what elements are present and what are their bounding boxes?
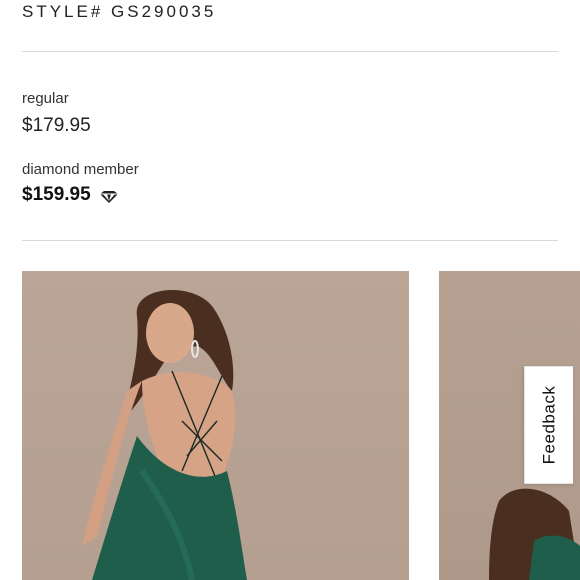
member-price-row: $159.95	[22, 184, 119, 206]
dress-model-illustration	[82, 289, 247, 580]
style-number: STYLE# GS290035	[22, 2, 217, 21]
divider	[22, 51, 558, 52]
regular-price: $179.95	[22, 115, 91, 136]
feedback-button[interactable]: Feedback	[524, 366, 573, 484]
feedback-label: Feedback	[539, 385, 559, 465]
member-price-label: diamond member	[22, 161, 139, 178]
diamond-icon	[99, 188, 119, 203]
regular-price-label: regular	[22, 90, 69, 107]
member-price: $159.95	[22, 184, 91, 205]
divider	[22, 240, 558, 241]
product-image-main[interactable]	[22, 271, 409, 580]
